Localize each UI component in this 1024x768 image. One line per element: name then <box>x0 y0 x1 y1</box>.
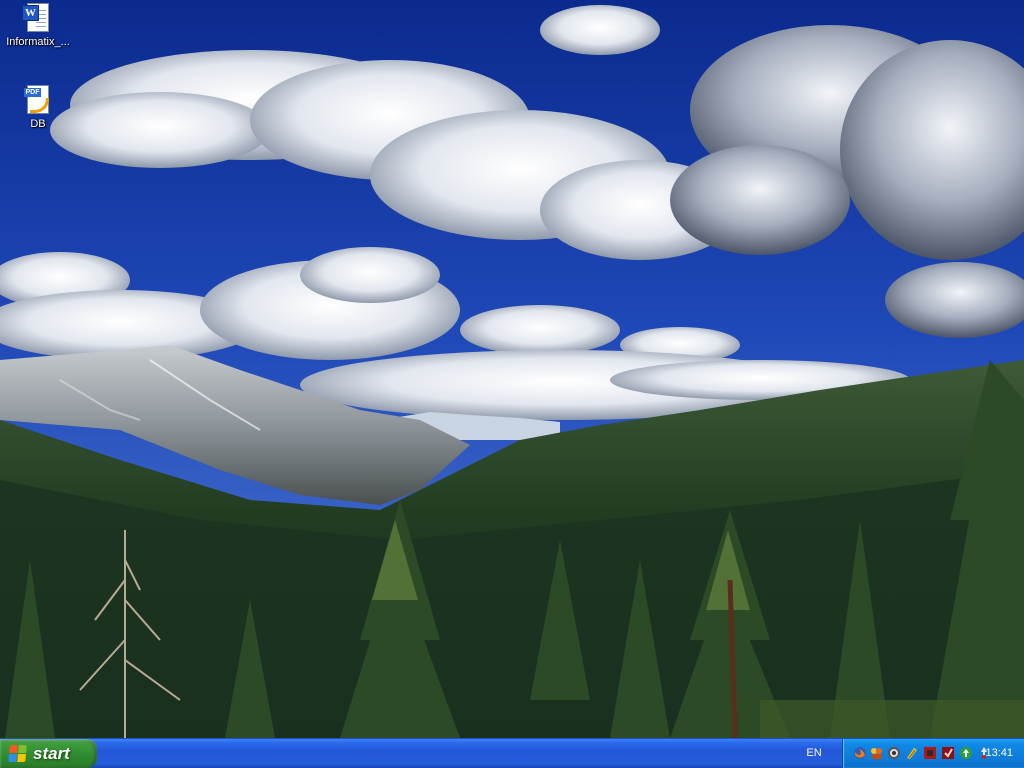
desktop-wallpaper <box>0 0 1024 738</box>
network-icon[interactable] <box>887 746 901 760</box>
system-tray: 13:41 <box>842 739 1024 768</box>
word-document-icon: W <box>22 2 54 34</box>
desktop-icon-label: Informatix_... <box>6 36 70 48</box>
start-label: start <box>33 743 70 763</box>
windows-logo-icon <box>8 744 28 763</box>
wallpaper-scene <box>0 0 1024 738</box>
start-button[interactable]: start <box>0 739 97 768</box>
antivirus-icon[interactable] <box>941 746 955 760</box>
firefox-icon[interactable] <box>853 746 867 760</box>
desktop-icon-informatix[interactable]: W Informatix_... <box>0 2 76 49</box>
pdf-document-icon: PDF <box>22 84 54 116</box>
desktop-icon-label: DB <box>30 118 46 130</box>
language-indicator[interactable]: EN <box>800 739 828 768</box>
taskbar: start EN 13:41 <box>0 738 1024 768</box>
update-icon[interactable] <box>959 746 973 760</box>
taskbar-clock[interactable]: 13:41 <box>985 739 1013 768</box>
power-icon[interactable] <box>905 746 919 760</box>
desktop-icon-db[interactable]: PDF DB <box>0 84 76 131</box>
security-shield-icon[interactable] <box>923 746 937 760</box>
messenger-icon[interactable] <box>870 746 884 760</box>
